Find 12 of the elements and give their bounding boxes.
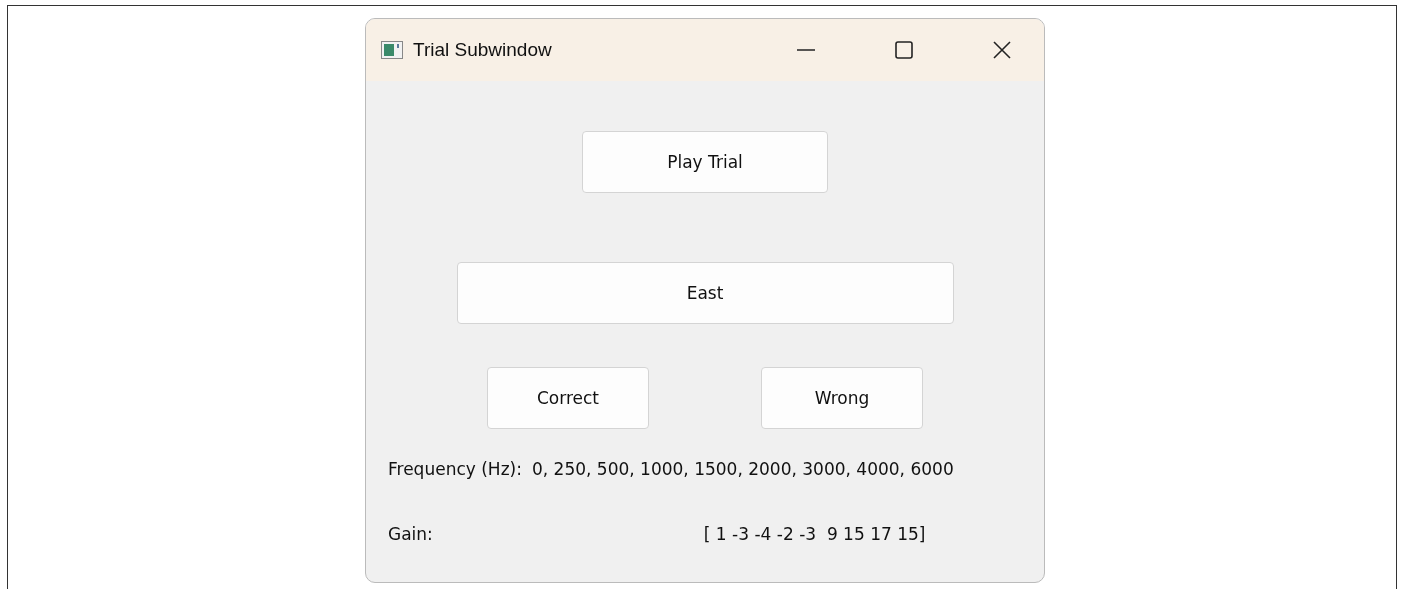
gain-label: Gain: <box>388 524 433 544</box>
close-icon[interactable] <box>992 40 1012 60</box>
frequency-label: Frequency (Hz): <box>388 459 522 479</box>
maximize-icon[interactable] <box>894 40 914 60</box>
app-icon <box>381 41 403 59</box>
frequency-value: 0, 250, 500, 1000, 1500, 2000, 3000, 4000, 6000 <box>531 459 954 479</box>
window-title: Trial Subwindow <box>413 39 552 61</box>
direction-button[interactable]: East <box>456 262 954 324</box>
answer-button[interactable]: Correct <box>487 367 649 429</box>
gain-value: [ 1 -3 -4 -2 -3 9 15 17 15] <box>703 524 926 544</box>
play-trial-button[interactable]: Play Trial <box>582 131 828 193</box>
answer-button[interactable]: Wrong <box>761 367 923 429</box>
